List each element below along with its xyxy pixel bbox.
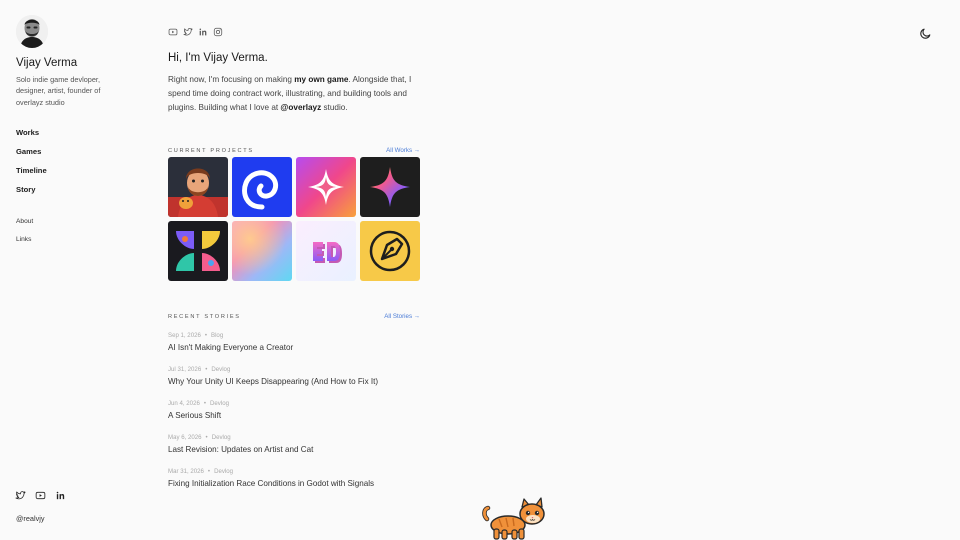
story-title[interactable]: A Serious Shift [168, 410, 428, 422]
stories-list: Sep 1, 2026 • Blog AI Isn't Making Everyon… [168, 332, 428, 502]
nav-item-about[interactable]: About [16, 217, 33, 235]
linkedin-icon[interactable] [198, 27, 208, 37]
sidebar: Vijay Verma Solo indie game devloper, de… [0, 0, 140, 540]
greeting-heading: Hi, I'm Vijay Verma. [168, 52, 268, 64]
moon-icon[interactable] [919, 27, 932, 40]
main-nav: Works Games Timeline Story [16, 127, 47, 203]
story-category: Devlog [211, 366, 231, 373]
project-portrait-illustration[interactable] [168, 157, 228, 217]
projects-grid [168, 157, 420, 281]
story-item[interactable]: May 6, 2026 • Devlog Last Revision: Update… [168, 434, 428, 468]
project-butterfly-pattern[interactable] [168, 221, 228, 281]
story-item[interactable]: Mar 31, 2026 • Devlog Fixing Initializatio… [168, 468, 428, 502]
story-item[interactable]: Jul 31, 2026 • Devlog Why Your Unity UI Ke… [168, 366, 428, 400]
twitter-icon[interactable] [15, 490, 26, 501]
intro-text: studio. [321, 103, 348, 113]
story-meta: Sep 1, 2026 • Blog [168, 332, 224, 339]
twitter-icon[interactable] [183, 27, 193, 37]
social-handle[interactable]: @realvjy [16, 514, 45, 523]
header-social-links [168, 27, 223, 37]
sidebar-social-links [15, 490, 66, 501]
stories-section-title: RECENT STORIES [168, 313, 241, 320]
nav-item-story[interactable]: Story [16, 184, 47, 203]
story-title[interactable]: Fixing Initialization Race Conditions in… [168, 478, 428, 490]
projects-section-title: CURRENT PROJECTS [168, 147, 254, 154]
story-category: Devlog [210, 400, 229, 407]
profile-name: Vijay Verma [16, 57, 78, 69]
story-category: Devlog [211, 434, 231, 441]
projects-header: CURRENT PROJECTS All Works → [168, 147, 420, 154]
story-title[interactable]: Why Your Unity UI Keeps Disappearing (An… [168, 376, 428, 388]
story-date: Jun 4, 2026 [168, 400, 200, 407]
story-meta: Mar 31, 2026 • Devlog [168, 468, 234, 475]
nav-item-works[interactable]: Works [16, 127, 47, 146]
intro-text: Right now, I'm focusing on making [168, 75, 295, 84]
story-date: Mar 31, 2026 [168, 468, 204, 475]
story-date: May 6, 2026 [168, 434, 202, 441]
secondary-nav: About Links [16, 217, 33, 253]
story-item[interactable]: Sep 1, 2026 • Blog AI Isn't Making Everyon… [168, 332, 428, 366]
project-3d-text[interactable] [296, 221, 356, 281]
story-date: Sep 1, 2026 [168, 332, 201, 339]
story-category: Devlog [214, 468, 234, 475]
all-stories-link[interactable]: All Stories → [384, 313, 420, 320]
intro-studio-link[interactable]: @overlayz [280, 103, 321, 112]
nav-item-links[interactable]: Links [16, 235, 33, 253]
intro-emphasis-game: my own game [294, 75, 349, 84]
avatar[interactable] [16, 15, 48, 48]
instagram-icon[interactable] [213, 27, 223, 37]
project-gradient-star[interactable] [360, 157, 420, 217]
nav-item-games[interactable]: Games [16, 146, 47, 165]
project-gradient-blur[interactable] [232, 221, 292, 281]
stories-header: RECENT STORIES All Stories → [168, 313, 420, 320]
story-meta: Jul 31, 2026 • Devlog [168, 366, 231, 373]
all-works-link[interactable]: All Works → [386, 147, 420, 154]
story-meta: May 6, 2026 • Devlog [168, 434, 231, 441]
nav-item-timeline[interactable]: Timeline [16, 165, 47, 184]
project-pen-tool-icon[interactable] [360, 221, 420, 281]
cat-mascot[interactable] [481, 497, 547, 540]
story-item[interactable]: Jun 4, 2026 • Devlog A Serious Shift [168, 400, 428, 434]
intro-paragraph: Right now, I'm focusing on making my own… [168, 73, 420, 116]
project-swirl-logo[interactable] [232, 157, 292, 217]
profile-bio: Solo indie game devloper, designer, arti… [16, 75, 101, 107]
story-title[interactable]: AI Isn't Making Everyone a Creator [168, 342, 428, 354]
youtube-icon[interactable] [168, 27, 178, 37]
project-sparkle-app-icon[interactable] [296, 157, 356, 217]
story-title[interactable]: Last Revision: Updates on Artist and Cat [168, 444, 428, 456]
story-date: Jul 31, 2026 [168, 366, 202, 373]
story-category: Blog [211, 332, 224, 339]
youtube-icon[interactable] [35, 490, 46, 501]
story-meta: Jun 4, 2026 • Devlog [168, 400, 229, 407]
linkedin-icon[interactable] [55, 490, 66, 501]
